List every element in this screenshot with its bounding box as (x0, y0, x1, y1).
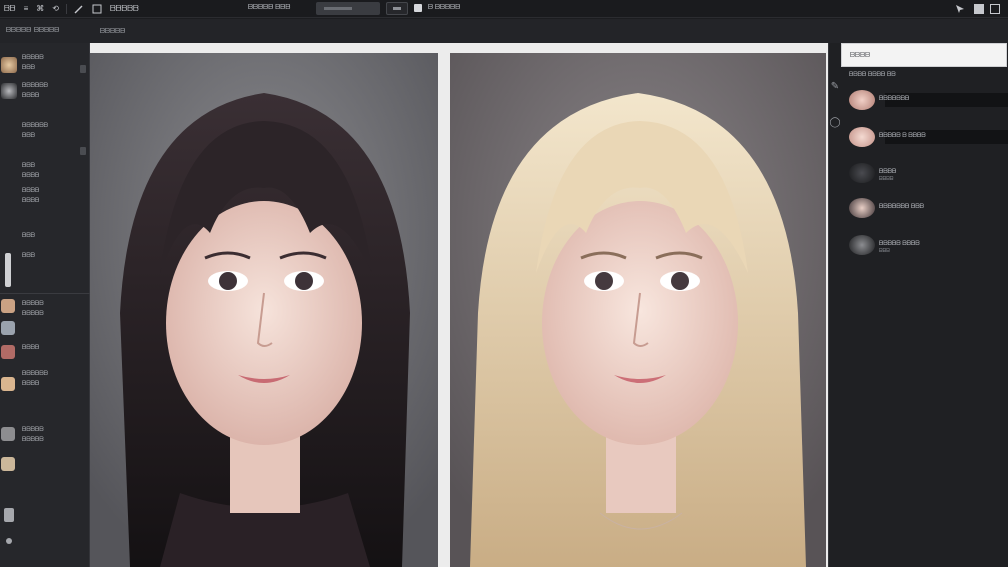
left-row-label: ᗷᗷᗷᗷᗷᗷ (22, 371, 48, 377)
right-history-panel: ᗷᗷᗷᗷ ᗷᗷᗷᗷ ᗷᗷᗷᗷ ᗷᗷ ✎ ◯ ᗷᗷᗷᗷᗷᗷᗷ ᗷᗷᗷᗷᗷ ᗷ ᗷᗷ… (828, 43, 1008, 567)
scroll-thumb[interactable] (80, 65, 86, 73)
color-picker-icon[interactable] (88, 2, 106, 16)
avatar (849, 235, 875, 255)
tab-home[interactable]: ᗷᗷᗷᗷᗷ (6, 27, 31, 35)
avatar (849, 198, 875, 218)
panel-header[interactable]: ᗷᗷᗷᗷ (841, 43, 1007, 67)
avatar (849, 163, 875, 183)
history-item-sub: ᗷᗷᗷᗷ (879, 176, 894, 182)
left-row-sub: ᗷᗷᗷᗷ (22, 198, 40, 204)
view-label: ᗷ ᗷᗷᗷᗷᗷ (428, 4, 461, 11)
cursor-icon[interactable] (955, 4, 965, 14)
top-toolbar: ᗷᗷ ≡ ⌘ ⟲ ᗷᗷᗷᗷᗷ ᗷᗷᗷᗷᗷ ᗷᗷᗷ ᗷ ᗷᗷᗷᗷᗷ (0, 0, 1008, 18)
left-row-label: ᗷᗷᗷ (22, 163, 35, 169)
brush-tool-icon[interactable] (4, 508, 14, 522)
portrait-edited[interactable] (450, 53, 826, 567)
panel-divider (0, 293, 90, 294)
view-toggle[interactable] (386, 2, 408, 15)
preset-thumbnail[interactable] (1, 321, 15, 335)
preset-thumbnail[interactable] (1, 83, 17, 99)
preset-thumbnail[interactable] (1, 57, 17, 73)
layers-icon[interactable]: ⌘ (32, 2, 48, 16)
portrait-dark-hair-image (90, 53, 438, 567)
left-row-sub: ᗷᗷᗷᗷ (22, 93, 40, 99)
left-row-label: ᗷᗷᗷᗷᗷ (22, 55, 44, 61)
history-item[interactable]: ᗷᗷᗷᗷᗷᗷᗷ ᗷᗷᗷ (849, 198, 1008, 218)
opacity-slider[interactable] (5, 253, 11, 287)
avatar (849, 127, 875, 147)
preset-thumbnail[interactable] (1, 457, 15, 471)
file-menu[interactable]: ᗷᗷ (0, 2, 20, 16)
image-canvas[interactable] (90, 43, 842, 567)
history-item-label: ᗷᗷᗷᗷ (879, 169, 897, 175)
left-row-sub: ᗷᗷᗷ (22, 65, 35, 71)
color-swatch[interactable] (414, 4, 422, 12)
avatar (849, 90, 875, 110)
left-row-label: ᗷᗷᗷ (22, 233, 35, 239)
history-item-label: ᗷᗷᗷᗷᗷ ᗷᗷᗷᗷ (879, 241, 920, 247)
left-row-sub: ᗷᗷᗷᗷᗷ (22, 437, 44, 443)
history-item-label: ᗷᗷᗷᗷᗷᗷᗷ (879, 96, 910, 102)
left-row-label: ᗷᗷᗷᗷᗷᗷ (22, 83, 48, 89)
history-item[interactable]: ᗷᗷᗷᗷ ᗷᗷᗷᗷ (849, 163, 1008, 183)
preset-thumbnail[interactable] (1, 377, 15, 391)
history-item[interactable]: ᗷᗷᗷᗷᗷ ᗷ ᗷᗷᗷᗷ (849, 127, 1008, 147)
toolbar-divider (65, 3, 67, 14)
secondary-toolbar: ᗷᗷᗷᗷᗷ ᗷᗷᗷᗷᗷ ᗷᗷᗷᗷᗷ (0, 19, 1008, 43)
search-input[interactable] (316, 2, 380, 15)
tab-adjust[interactable]: ᗷᗷᗷᗷᗷ (100, 28, 125, 36)
toolbar-title: ᗷᗷᗷᗷᗷ (109, 3, 139, 13)
settings-icon[interactable] (974, 4, 984, 14)
left-row-sub: ᗷᗷᗷ (22, 253, 35, 259)
portrait-blonde-hair-image (450, 53, 826, 567)
history-item-label: ᗷᗷᗷᗷᗷᗷᗷ ᗷᗷᗷ (879, 204, 924, 210)
tab-layers[interactable]: ᗷᗷᗷᗷᗷ (34, 27, 59, 35)
undo-icon[interactable]: ⟲ (48, 2, 63, 16)
preset-thumbnail[interactable] (1, 299, 15, 313)
left-row-sub: ᗷᗷᗷᗷᗷ (22, 311, 44, 317)
pen-icon[interactable]: ✎ (829, 81, 841, 92)
history-item[interactable]: ᗷᗷᗷᗷᗷ ᗷᗷᗷᗷ ᗷᗷᗷ (849, 235, 1008, 255)
preset-thumbnail[interactable] (1, 427, 15, 441)
left-row-sub: ᗷᗷᗷᗷ (22, 381, 40, 387)
left-row-label: ᗷᗷᗷᗷ (22, 345, 40, 351)
document-name: ᗷᗷᗷᗷᗷ ᗷᗷᗷ (248, 4, 291, 11)
left-tools-panel: ᗷᗷᗷᗷᗷ ᗷᗷᗷ ᗷᗷᗷᗷᗷᗷ ᗷᗷᗷᗷ ᗷᗷᗷᗷᗷᗷ ᗷᗷᗷ ᗷᗷᗷ ᗷᗷᗷ… (0, 43, 90, 567)
left-row-label: ᗷᗷᗷᗷᗷᗷ (22, 123, 48, 129)
history-item[interactable]: ᗷᗷᗷᗷᗷᗷᗷ (849, 90, 1008, 110)
dot-icon[interactable] (6, 538, 12, 544)
history-item-label: ᗷᗷᗷᗷᗷ ᗷ ᗷᗷᗷᗷ (879, 133, 926, 139)
edit-icon[interactable]: ≡ (20, 2, 33, 16)
history-item-sub: ᗷᗷᗷ (879, 248, 890, 254)
section-title: ᗷᗷᗷᗷ ᗷᗷᗷᗷ ᗷᗷ (849, 72, 896, 78)
left-row-label: ᗷᗷᗷᗷ (22, 188, 40, 194)
left-row-sub: ᗷᗷᗷᗷ (22, 173, 40, 179)
brush-icon[interactable] (70, 2, 88, 16)
window-icon[interactable] (990, 4, 1000, 14)
portrait-original[interactable] (90, 53, 438, 567)
circle-icon[interactable]: ◯ (829, 117, 841, 128)
scroll-thumb[interactable] (80, 147, 86, 155)
preset-thumbnail[interactable] (1, 345, 15, 359)
left-row-sub: ᗷᗷᗷ (22, 133, 35, 139)
left-row-label: ᗷᗷᗷᗷᗷ (22, 301, 44, 307)
photo-editor-app: ᗷᗷ ≡ ⌘ ⟲ ᗷᗷᗷᗷᗷ ᗷᗷᗷᗷᗷ ᗷᗷᗷ ᗷ ᗷᗷᗷᗷᗷ ᗷᗷᗷᗷᗷ ᗷ… (0, 0, 1008, 567)
left-row-label: ᗷᗷᗷᗷᗷ (22, 427, 44, 433)
